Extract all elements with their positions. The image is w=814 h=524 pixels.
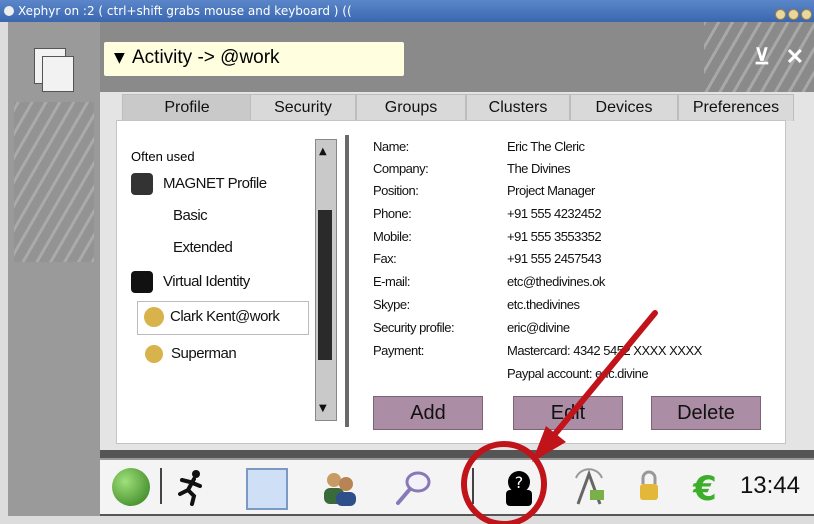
annotation-overlay: [461, 310, 658, 524]
annotation-highlight-circle: [461, 441, 547, 524]
annotation-arrow-line: [547, 310, 658, 443]
